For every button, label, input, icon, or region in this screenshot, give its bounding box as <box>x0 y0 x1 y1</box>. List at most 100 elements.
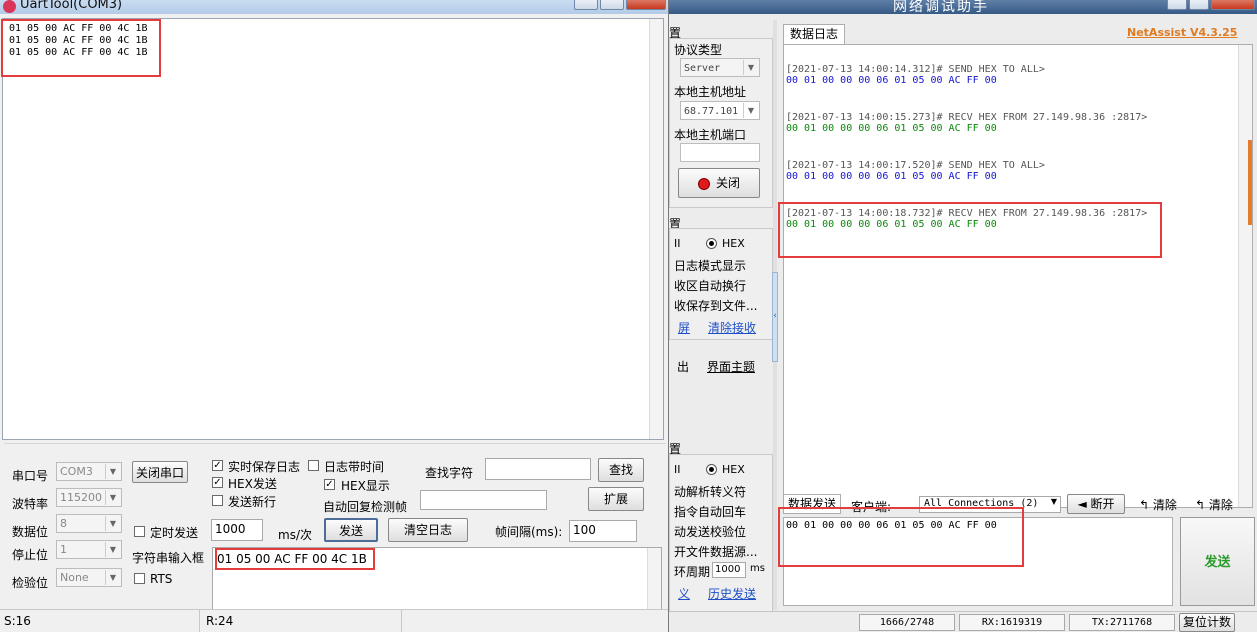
data-log-area[interactable]: [2021-07-13 14:00:14.312]# SEND HEX TO A… <box>778 44 1253 508</box>
baud-value: 115200 <box>60 491 102 504</box>
tab-data-log[interactable]: 数据日志 <box>783 24 845 44</box>
net-close-button[interactable]: 关闭 <box>678 168 760 198</box>
file-source-option[interactable]: 开文件数据源... <box>674 543 757 560</box>
hex2-radio[interactable] <box>706 464 717 475</box>
clear-send-button[interactable]: ↰ 清除 <box>1139 496 1177 513</box>
frame-interval-input[interactable]: 100 <box>569 520 637 542</box>
databits-select[interactable]: 8 ▼ <box>56 514 122 533</box>
send-newline-checkbox[interactable] <box>212 495 223 506</box>
net-assist-window: 网络调试助手 置 协议类型 Server ▼ 本地主机地址 68.77.101 ▼ … <box>668 0 1257 632</box>
chevron-down-icon: ▼ <box>105 464 120 479</box>
receive-scrollbar[interactable] <box>649 19 663 439</box>
clear-all-label: 清除 <box>1208 498 1233 512</box>
clear-screen-link[interactable]: 屏 <box>678 319 690 336</box>
port-label: 本地主机端口 <box>674 128 747 142</box>
log-entry: [2021-07-13 14:00:17.520]# SEND HEX TO A… <box>786 160 1045 182</box>
uart-status-bar: S:16 R:24 <box>0 609 668 632</box>
minimize-icon[interactable] <box>574 0 598 10</box>
export-link[interactable]: 出 <box>677 358 689 375</box>
maximize-icon[interactable] <box>600 0 624 10</box>
auto-wrap-option[interactable]: 收区自动换行 <box>674 277 746 294</box>
maximize-icon[interactable] <box>1189 0 1209 10</box>
host-select[interactable]: 68.77.101 ▼ <box>680 101 760 120</box>
highlight-box <box>215 548 375 570</box>
clear-recv-link[interactable]: 清除接收 <box>708 319 756 336</box>
save-file-option[interactable]: 收保存到文件... <box>674 297 757 314</box>
net-main-panel: 数据日志 NetAssist V4.3.25 [2021-07-13 14:00… <box>777 20 1255 610</box>
receive-area[interactable]: 01 05 00 AC FF 00 4C 1B 01 05 00 AC FF 0… <box>1 18 664 440</box>
stopbits-value: 1 <box>60 543 67 556</box>
net-settings-group: 协议类型 Server ▼ 本地主机地址 68.77.101 ▼ 本地主机端口 关闭 <box>669 38 773 208</box>
escape-option[interactable]: 动解析转义符 <box>674 483 746 500</box>
clear-all-button[interactable]: ↰ 清除 <box>1195 496 1233 513</box>
history-send-link[interactable]: 历史发送 <box>708 585 756 602</box>
net-title-bar[interactable]: 网络调试助手 <box>669 0 1257 15</box>
interval-input[interactable]: 1000 <box>211 519 263 541</box>
timed-send-checkbox[interactable] <box>134 526 145 537</box>
find-char-input[interactable] <box>485 458 591 480</box>
stopbits-select[interactable]: 1 ▼ <box>56 540 122 559</box>
realtime-save-checkbox[interactable]: ✓ <box>212 460 223 471</box>
disconnect-button[interactable]: ◄ 断开 <box>1067 494 1125 514</box>
chevron-down-icon: ▼ <box>105 516 120 531</box>
app-icon <box>3 0 16 13</box>
net-send-button[interactable]: 发送 <box>1180 517 1255 606</box>
hex-label: HEX <box>722 237 745 250</box>
hex-display-checkbox[interactable]: ✓ <box>324 479 335 490</box>
checksum-option[interactable]: 动发送校验位 <box>674 523 746 540</box>
auto-reply-input[interactable] <box>420 490 547 510</box>
ascii-label: II <box>674 237 681 250</box>
input-scrollbar[interactable] <box>647 548 661 609</box>
status-received: R:24 <box>202 610 402 632</box>
send-input-area[interactable]: 00 01 00 00 00 06 01 05 00 AC FF 00 <box>778 507 1173 606</box>
window-title: UartTool(COM3) <box>20 0 123 12</box>
find-button[interactable]: 查找 <box>598 458 644 482</box>
log-scrollbar[interactable] <box>1238 45 1252 507</box>
uart-title-bar[interactable]: UartTool(COM3) <box>0 0 668 14</box>
log-time-checkbox[interactable] <box>308 460 319 471</box>
close-icon[interactable] <box>626 0 666 10</box>
baud-select[interactable]: 115200 ▼ <box>56 488 122 507</box>
cycle-input[interactable]: 1000 <box>712 562 746 578</box>
hex-radio[interactable] <box>706 238 717 249</box>
version-link[interactable]: NetAssist V4.3.25 <box>1127 26 1237 39</box>
interval-unit: ms/次 <box>278 528 312 542</box>
minimize-icon[interactable] <box>1167 0 1187 10</box>
highlight-box <box>778 202 1162 258</box>
close-port-button[interactable]: 关闭串口 <box>132 461 188 483</box>
log-entry-header: [2021-07-13 14:00:14.312]# SEND HEX TO A… <box>786 64 1045 75</box>
protocol-select[interactable]: Server ▼ <box>680 58 760 77</box>
log-mode-option[interactable]: 日志模式显示 <box>674 257 746 274</box>
status-tx: TX:2711768 <box>1069 614 1175 631</box>
hex-display-label: HEX显示 <box>341 479 390 493</box>
hex-send-label: HEX发送 <box>228 477 277 491</box>
parity-select[interactable]: None ▼ <box>56 568 122 587</box>
log-entry-data: 00 01 00 00 00 06 01 05 00 AC FF 00 <box>786 171 997 182</box>
port-input[interactable] <box>680 143 760 162</box>
port-select[interactable]: COM3 ▼ <box>56 462 122 481</box>
clear-log-button[interactable]: 清空日志 <box>388 518 468 542</box>
chevron-down-icon: ▼ <box>743 103 758 118</box>
theme-link[interactable]: 界面主题 <box>707 358 755 375</box>
auto-cr-option[interactable]: 指令自动回车 <box>674 503 746 520</box>
status-rx: RX:1619319 <box>959 614 1065 631</box>
send-settings-group: II HEX 动解析转义符 指令自动回车 动发送校验位 开文件数据源... 环周… <box>669 454 773 612</box>
databits-label: 数据位 <box>12 525 49 539</box>
timed-send-label: 定时发送 <box>150 526 199 540</box>
log-entry: [2021-07-13 14:00:14.312]# SEND HEX TO A… <box>786 64 1045 86</box>
expand-button[interactable]: 扩展 <box>588 487 644 511</box>
log-entry: [2021-07-13 14:00:15.273]# RECV HEX FROM… <box>786 112 1147 134</box>
rts-checkbox[interactable] <box>134 573 145 584</box>
parity-value: None <box>60 571 89 584</box>
chevron-down-icon: ▼ <box>1050 497 1057 506</box>
send-button[interactable]: 发送 <box>324 518 378 542</box>
close-icon[interactable] <box>1211 0 1255 10</box>
chevron-down-icon: ▼ <box>105 542 120 557</box>
window-title: 网络调试助手 <box>893 0 989 15</box>
hex-send-checkbox[interactable]: ✓ <box>212 477 223 488</box>
uart-tool-window: UartTool(COM3) 01 05 00 AC FF 00 4C 1B 0… <box>0 0 668 632</box>
highlight-box <box>1 19 161 77</box>
auto-reply-label: 自动回复检测帧 <box>323 500 408 514</box>
define-link[interactable]: 义 <box>678 585 690 602</box>
reset-count-button[interactable]: 复位计数 <box>1179 613 1235 632</box>
